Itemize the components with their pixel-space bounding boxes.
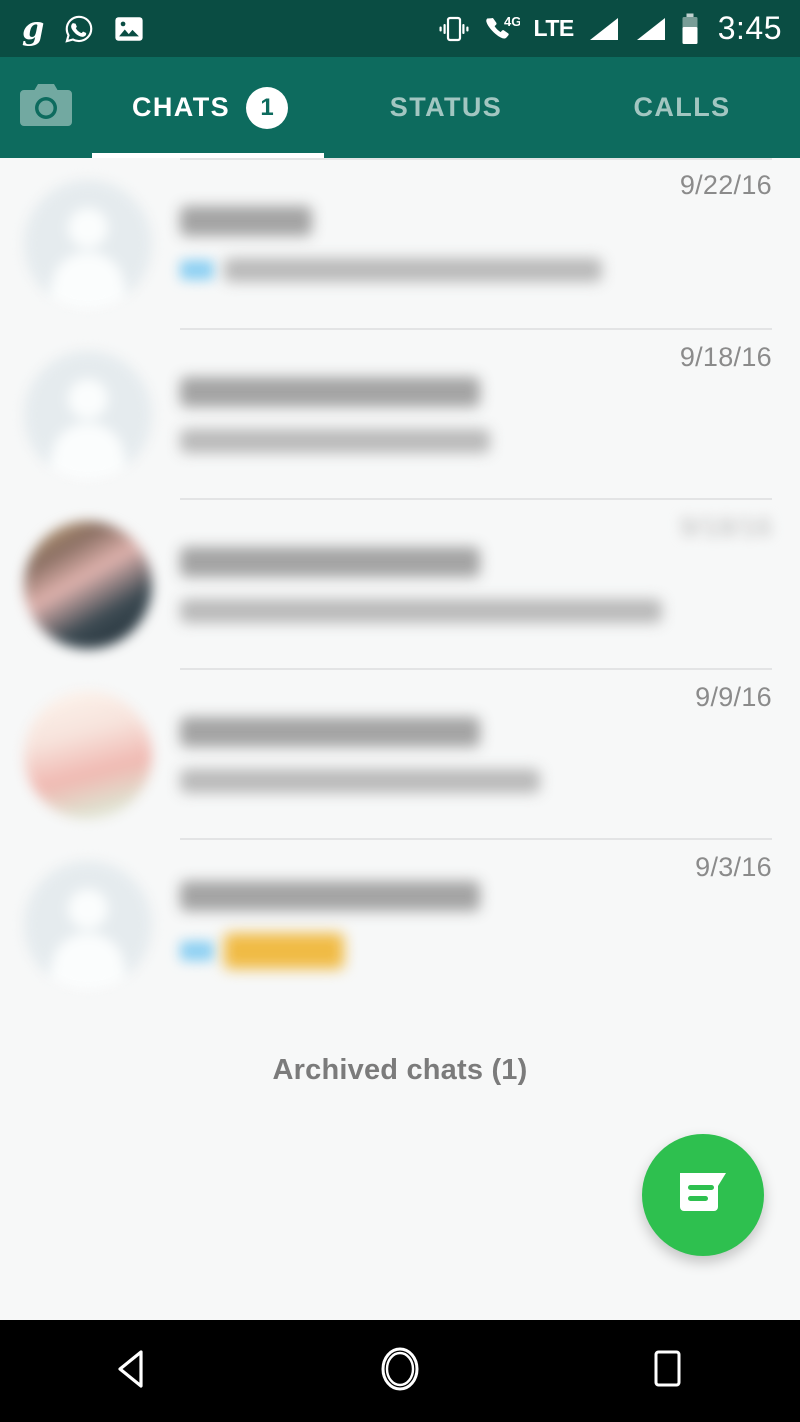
- back-triangle-icon: [107, 1343, 159, 1400]
- chat-timestamp: 9/18/16: [679, 512, 772, 542]
- read-receipt-icon: [180, 260, 214, 280]
- status-bar-right-icons: 4G LTE 3:45: [437, 10, 782, 47]
- new-chat-fab[interactable]: [642, 1134, 764, 1256]
- g-app-icon: g: [22, 8, 45, 47]
- avatar[interactable]: [24, 521, 152, 649]
- chat-row-content: [180, 881, 677, 969]
- whatsapp-icon: [64, 14, 94, 44]
- status-bar-left-icons: g: [22, 8, 144, 47]
- avatar-head: [68, 889, 108, 930]
- new-chat-message-icon: [674, 1167, 732, 1224]
- message-preview-redacted: [224, 258, 602, 282]
- call-4g-icon: 4G: [484, 14, 520, 44]
- tab-calls-label: CALLS: [633, 92, 731, 122]
- recents-square-icon: [643, 1343, 691, 1400]
- chat-list-item[interactable]: 9/18/16: [0, 330, 800, 500]
- whatsapp-chats-screen: g 4G LTE 3:45 CHATS 1 STATUS CALLS 9/22/…: [0, 0, 800, 1422]
- tab-status[interactable]: STATUS: [328, 57, 564, 158]
- message-preview-redacted: [180, 429, 490, 453]
- avatar[interactable]: [24, 861, 152, 989]
- row-divider: [180, 158, 772, 160]
- battery-icon: [681, 13, 699, 45]
- avatar-head: [68, 379, 108, 420]
- contact-name-redacted: [180, 377, 480, 407]
- avatar-body: [51, 932, 125, 989]
- chat-row-content: [180, 206, 662, 282]
- signal-bars-sim2-icon: [634, 15, 668, 43]
- message-preview-redacted: [180, 769, 540, 793]
- contact-name-redacted: [180, 881, 480, 911]
- signal-bars-sim1-icon: [587, 15, 621, 43]
- chat-list-item[interactable]: 9/18/16: [0, 500, 800, 670]
- message-preview-redacted: [180, 599, 662, 623]
- chat-timestamp: 9/18/16: [679, 342, 772, 372]
- message-preview-line: [180, 429, 662, 453]
- clock: 3:45: [717, 10, 782, 46]
- nav-home-button[interactable]: [267, 1341, 534, 1402]
- message-preview-highlight-redacted: [224, 933, 344, 969]
- nav-back-button[interactable]: [0, 1343, 267, 1400]
- photo-icon: [114, 16, 144, 42]
- vibrate-icon: [437, 15, 471, 43]
- read-receipt-icon: [180, 941, 214, 961]
- g-app-icon-glyph: g: [22, 8, 45, 47]
- avatar[interactable]: [24, 351, 152, 479]
- camera-icon: [18, 82, 74, 133]
- svg-text:4G: 4G: [504, 14, 520, 29]
- tab-chats[interactable]: CHATS 1: [92, 57, 328, 158]
- chat-row-content: [180, 547, 662, 623]
- chat-timestamp: 9/3/16: [695, 852, 772, 882]
- contact-name-redacted: [180, 547, 480, 577]
- tab-calls[interactable]: CALLS: [564, 57, 800, 158]
- chat-list-item[interactable]: 9/9/16: [0, 670, 800, 840]
- tab-chats-label: CHATS: [132, 92, 230, 122]
- chat-timestamp: 9/9/16: [695, 682, 772, 712]
- chat-timestamp: 9/22/16: [679, 170, 772, 200]
- avatar[interactable]: [24, 691, 152, 819]
- nav-recents-button[interactable]: [533, 1343, 800, 1400]
- contact-name-redacted: [180, 206, 312, 236]
- chat-row-content: [180, 717, 677, 793]
- status-bar: g 4G LTE 3:45: [0, 0, 800, 57]
- tab-chats-badge: 1: [246, 86, 288, 129]
- toolbar: CHATS 1 STATUS CALLS: [0, 57, 800, 158]
- message-preview-line: [180, 258, 662, 282]
- tab-camera[interactable]: [0, 57, 92, 158]
- archived-chats-button[interactable]: Archived chats (1): [0, 1010, 800, 1130]
- message-preview-line: [180, 599, 662, 623]
- tab-status-label: STATUS: [389, 92, 503, 122]
- avatar-body: [51, 422, 125, 479]
- chat-list-item[interactable]: 9/22/16: [0, 158, 800, 330]
- message-preview-line: [180, 769, 677, 793]
- chat-row-content: [180, 377, 662, 453]
- avatar-body: [51, 251, 125, 308]
- archived-chats-label: Archived chats (1): [272, 1053, 528, 1086]
- network-type-label: LTE: [533, 15, 574, 41]
- avatar-head: [68, 208, 108, 249]
- avatar[interactable]: [24, 180, 152, 308]
- android-nav-bar: [0, 1320, 800, 1422]
- tab-bar: CHATS 1 STATUS CALLS: [0, 57, 800, 158]
- contact-name-redacted: [180, 717, 480, 747]
- message-preview-line: [180, 933, 677, 969]
- chat-list-item[interactable]: 9/3/16: [0, 840, 800, 1010]
- home-circle-icon: [372, 1341, 428, 1402]
